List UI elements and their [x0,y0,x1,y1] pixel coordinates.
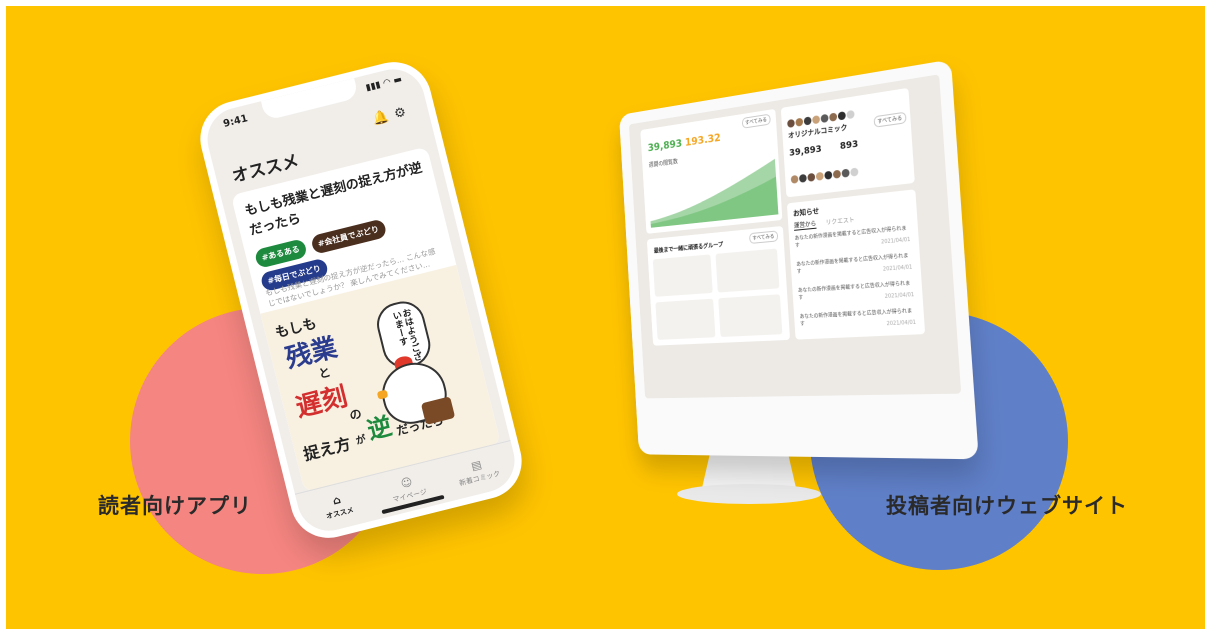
avatar [837,111,846,121]
avatar-row [790,160,860,188]
group-card[interactable] [655,298,716,340]
avatar [807,172,816,182]
avatar [812,115,821,125]
status-icons: ▮▮▮ ◠ ▬ [364,74,404,94]
art-text: 遅刻 [292,381,351,424]
tab-new-comics[interactable]: ▤ 新着コミック [451,453,506,489]
avatar [803,116,812,126]
group-card[interactable] [718,294,783,338]
stat-value: 193.32 [684,131,722,149]
groups-panel: 最後まで一緒に頑張るグループ すべてみる [646,225,791,346]
art-text: 捉え方 [301,434,353,465]
avatar [846,109,855,120]
see-all-button[interactable]: すべてみる [741,113,771,129]
avatar [820,113,829,124]
see-all-button[interactable]: すべてみる [873,111,907,128]
stat-value: 39,893 [647,136,683,155]
comic-stat: 39,893 [788,144,822,159]
avatar [850,167,859,177]
avatar [829,112,838,122]
notice-tab-admin[interactable]: 運営から [793,218,817,231]
status-time: 9:41 [222,113,249,130]
group-card[interactable] [652,254,713,297]
avatar [798,173,807,183]
avatar [787,118,795,128]
see-all-button[interactable]: すべてみる [748,230,779,245]
notice-date: 2021/04/01 [880,236,911,246]
notice-date: 2021/04/01 [886,319,917,328]
tab-recommend[interactable]: ⌂ オススメ [311,488,366,524]
reader-app-caption: 読者向けアプリ [98,494,252,518]
original-comic-panel: オリジナルコミック すべてみる 39,893 893 [780,87,915,198]
avatar [795,117,804,127]
comic-stat: 893 [839,139,859,153]
notice-date: 2021/04/01 [882,264,913,273]
avatar [841,168,850,178]
notice-panel: お知らせ 運営から リクエスト あなたの新作漫画を掲載すると広告収入が得られます… [786,189,926,340]
analytics-panel: 39,893 193.32 週間の閲覧数 すべてみる [640,108,783,234]
avatar [832,169,842,179]
notice-tab-request[interactable]: リクエスト [825,215,854,227]
hero-banner: 読者向けアプリ 投稿者向けウェブサイト 9:41 ▮▮▮ ◠ ▬ 🔔⚙ オススメ… [6,6,1205,629]
group-card[interactable] [715,248,780,293]
art-text: の [348,406,364,423]
bell-gear-icons[interactable]: 🔔⚙ [371,103,413,127]
avatar [824,170,833,180]
creator-web-caption: 投稿者向けウェブサイト [886,494,1128,518]
notice-date: 2021/04/01 [884,291,915,300]
desktop-monitor: 39,893 193.32 週間の閲覧数 すべてみる 最後まで一緒に頑張るグルー… [618,59,979,460]
notice-title: お知らせ [792,207,820,218]
phone-notch [260,78,359,121]
groups-title: 最後まで一緒に頑張るグループ [653,241,724,255]
avatar [790,174,799,184]
avatar [815,171,824,181]
art-text: が [354,434,368,448]
dashboard-screen: 39,893 193.32 週間の閲覧数 すべてみる 最後まで一緒に頑張るグルー… [628,74,962,399]
